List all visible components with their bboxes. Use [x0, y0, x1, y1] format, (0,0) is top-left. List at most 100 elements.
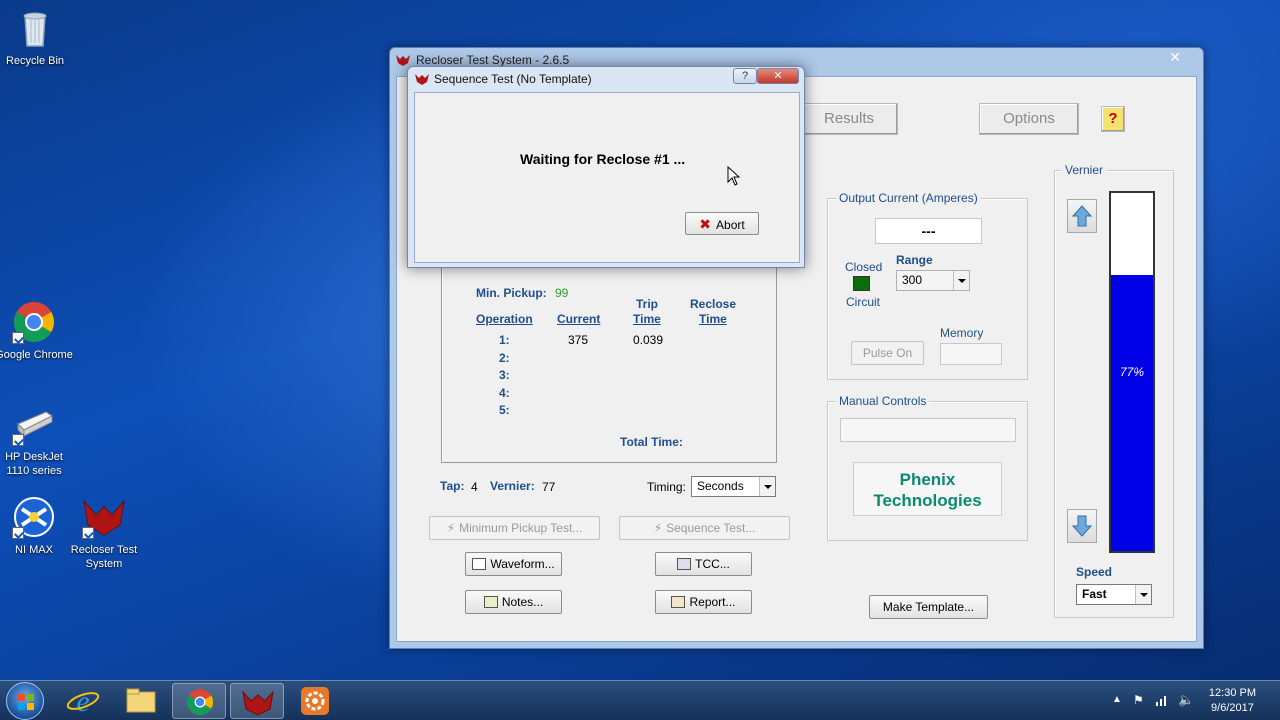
circuit-status-indicator — [853, 276, 870, 291]
clock-time: 12:30 PM — [1208, 687, 1256, 699]
lightning-icon: ⚡ — [446, 521, 456, 535]
action-center-flag-icon[interactable]: ⚑ — [1133, 693, 1144, 707]
chevron-down-icon[interactable] — [759, 477, 775, 496]
mouse-cursor-icon — [727, 166, 741, 186]
recycle-bin-icon — [13, 6, 57, 50]
dialog-title: Sequence Test (No Template) — [434, 72, 592, 86]
make-template-button[interactable]: Make Template... — [869, 595, 988, 619]
tcc-button[interactable]: TCC... — [655, 552, 752, 576]
network-icon[interactable] — [1155, 693, 1169, 707]
arrow-down-icon — [1071, 515, 1093, 537]
reclose-header-line1: Reclose — [690, 297, 737, 311]
total-time-label: Total Time: — [620, 435, 683, 449]
chevron-down-icon[interactable] — [953, 271, 969, 290]
desktop-icon-google-chrome[interactable]: Google Chrome — [0, 300, 74, 362]
memory-field — [940, 343, 1002, 365]
sequence-test-label: Sequence Test... — [666, 521, 756, 535]
windows-logo-icon — [18, 694, 34, 710]
desktop-icon-label: Google Chrome — [0, 349, 73, 361]
main-window-title: Recloser Test System - 2.6.5 — [416, 53, 570, 67]
vernier-level-bar[interactable]: 77% — [1109, 191, 1155, 553]
speed-label: Speed — [1076, 565, 1113, 579]
timing-selected-value: Seconds — [697, 479, 744, 493]
notes-button[interactable]: Notes... — [465, 590, 562, 614]
dialog-close-button[interactable]: ✕ — [757, 68, 799, 84]
shortcut-arrow-icon — [12, 434, 24, 446]
svg-text:e: e — [76, 685, 89, 718]
timing-select[interactable]: Seconds — [691, 476, 776, 497]
options-tab-button[interactable]: Options — [979, 103, 1079, 135]
trip-time-cell: 0.039 — [633, 333, 664, 347]
main-close-button[interactable]: ✕ — [1155, 48, 1195, 66]
taskbar-recloser-test-system[interactable] — [230, 683, 284, 719]
pulse-on-button[interactable]: Pulse On — [851, 341, 924, 365]
ni-max-icon — [12, 495, 56, 539]
sequence-test-button[interactable]: ⚡ Sequence Test... — [619, 516, 790, 540]
taskbar-file-explorer[interactable] — [114, 683, 168, 719]
output-current-display: --- — [875, 218, 982, 244]
desktop-icon-recloser-test-system[interactable]: Recloser Test System — [64, 495, 144, 571]
volume-icon[interactable]: 🔈 — [1178, 692, 1194, 708]
phenix-brand-label: Phenix Technologies — [853, 462, 1002, 516]
abort-button[interactable]: ✖ Abort — [685, 212, 759, 235]
tcc-chart-icon — [677, 557, 692, 570]
report-label: Report... — [689, 595, 736, 609]
manual-controls-field[interactable] — [840, 418, 1016, 442]
vernier-up-button[interactable] — [1067, 199, 1097, 233]
min-pickup-value: 99 — [555, 286, 569, 300]
trip-header-line2: Time — [633, 312, 661, 326]
minimum-pickup-test-label: Minimum Pickup Test... — [459, 521, 583, 535]
shortcut-arrow-icon — [82, 527, 94, 539]
taskbar-clock[interactable]: 12:30 PM 9/6/2017 — [1209, 686, 1256, 716]
abort-x-icon: ✖ — [699, 216, 712, 232]
notes-label: Notes... — [501, 595, 544, 609]
start-button[interactable] — [6, 682, 44, 720]
closed-label: Closed — [845, 260, 883, 274]
tcc-label: TCC... — [695, 557, 730, 571]
min-pickup-label: Min. Pickup: — [476, 286, 547, 300]
desktop-icon-hp-deskjet[interactable]: HP DeskJet 1110 series — [0, 402, 74, 478]
phenix-logo-icon — [242, 690, 274, 716]
flower-app-icon — [301, 687, 329, 715]
results-tab-button[interactable]: Results — [800, 103, 898, 135]
manual-controls-label: Manual Controls — [836, 394, 930, 408]
speed-selected-value: Fast — [1082, 587, 1107, 601]
vernier-label: Vernier: — [490, 479, 535, 493]
arrow-up-icon — [1071, 205, 1093, 227]
waveform-button[interactable]: Waveform... — [465, 552, 562, 576]
phenix-logo-icon — [82, 495, 126, 539]
sequence-test-dialog: Sequence Test (No Template) ? ✕ Waiting … — [407, 66, 805, 268]
range-select[interactable]: 300 — [896, 270, 970, 291]
report-button[interactable]: Report... — [655, 590, 752, 614]
operation-cell: 4: — [499, 386, 510, 400]
taskbar-chrome[interactable] — [172, 683, 226, 719]
notes-icon — [483, 595, 498, 608]
shortcut-arrow-icon — [12, 527, 24, 539]
operation-cell: 1: — [499, 333, 510, 347]
desktop-icon-label: HP DeskJet 1110 series — [5, 451, 63, 477]
desktop-icon-ni-max[interactable]: NI MAX — [0, 495, 74, 557]
current-header: Current — [557, 312, 601, 326]
vernier-level-fill — [1111, 275, 1153, 551]
tap-value: 4 — [471, 480, 478, 494]
desktop-icon-label: Recloser Test System — [70, 544, 138, 570]
timing-label: Timing: — [647, 480, 686, 494]
vernier-down-button[interactable] — [1067, 509, 1097, 543]
desktop-icon-recycle-bin[interactable]: Recycle Bin — [0, 6, 75, 68]
chevron-down-icon[interactable] — [1135, 585, 1151, 604]
brand-line-2: Technologies — [873, 491, 982, 510]
taskbar-app-flower[interactable] — [288, 683, 342, 719]
dialog-help-button[interactable]: ? — [733, 68, 757, 84]
app-logo-icon — [396, 54, 410, 66]
lightning-icon: ⚡ — [653, 521, 663, 535]
shortcut-arrow-icon — [12, 332, 24, 344]
report-icon — [671, 595, 686, 608]
speed-select[interactable]: Fast — [1076, 584, 1152, 605]
trip-header-line1: Trip — [636, 297, 659, 311]
tray-expand-icon[interactable]: ▲ — [1112, 694, 1122, 705]
minimum-pickup-test-button[interactable]: ⚡ Minimum Pickup Test... — [429, 516, 600, 540]
vernier-value: 77 — [542, 480, 556, 494]
help-button[interactable]: ? — [1101, 106, 1125, 132]
chrome-icon — [12, 300, 56, 344]
taskbar-internet-explorer[interactable]: e — [56, 683, 110, 719]
